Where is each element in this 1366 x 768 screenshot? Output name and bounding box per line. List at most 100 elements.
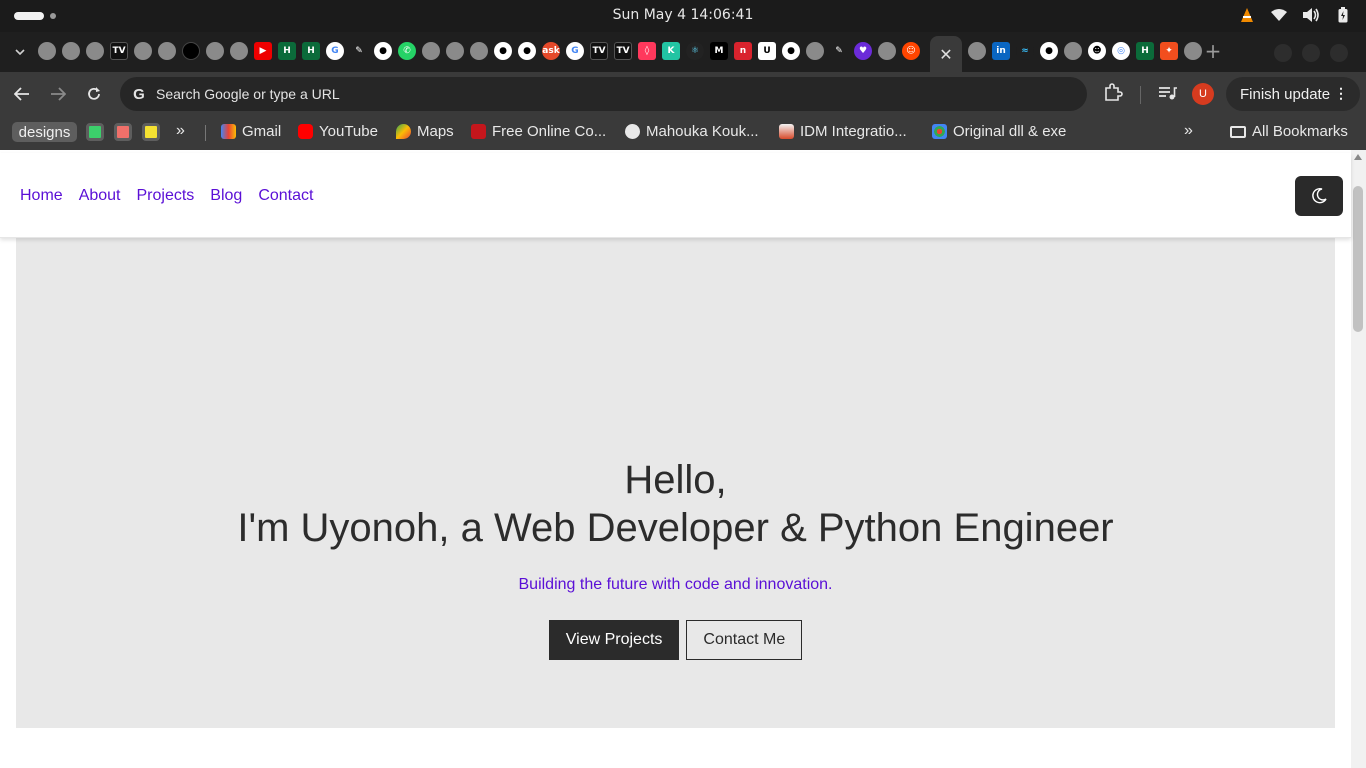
bookmark-folder-designs[interactable]: designs bbox=[12, 122, 77, 142]
tab-openai-icon[interactable] bbox=[806, 42, 824, 60]
bookmark-label: IDM Integratio... bbox=[800, 123, 907, 140]
nav-link-contact[interactable]: Contact bbox=[258, 187, 313, 205]
vlc-tray-icon[interactable] bbox=[1238, 6, 1256, 24]
tab-purple-app-icon[interactable]: ♥ bbox=[854, 42, 872, 60]
contact-me-button[interactable]: Contact Me bbox=[686, 620, 803, 660]
tab-globe-icon[interactable] bbox=[158, 42, 176, 60]
bookmarks-separator bbox=[205, 125, 206, 141]
volume-icon[interactable] bbox=[1302, 6, 1320, 24]
tab-tradingview-icon[interactable]: TV bbox=[110, 42, 128, 60]
tab-ask-icon[interactable]: ask bbox=[542, 42, 560, 60]
profile-avatar[interactable]: U bbox=[1192, 83, 1214, 105]
tab-globe-icon[interactable] bbox=[134, 42, 152, 60]
tab-robot-icon[interactable]: ☻ bbox=[1088, 42, 1106, 60]
system-clock[interactable]: Sun May 4 14:06:41 bbox=[0, 7, 1366, 23]
maximize-window-icon[interactable] bbox=[1302, 44, 1320, 62]
minimize-window-icon[interactable] bbox=[1274, 44, 1292, 62]
scroll-up-arrow-icon[interactable] bbox=[1354, 154, 1362, 160]
tab-openai-icon[interactable] bbox=[878, 42, 896, 60]
tab-globe-icon[interactable] bbox=[230, 42, 248, 60]
close-window-icon[interactable] bbox=[1330, 44, 1348, 62]
tab-github-icon[interactable]: ● bbox=[518, 42, 536, 60]
tab-github-icon[interactable]: ● bbox=[494, 42, 512, 60]
nav-link-about[interactable]: About bbox=[79, 187, 121, 205]
nav-link-projects[interactable]: Projects bbox=[137, 187, 195, 205]
tab-linkedin-icon[interactable]: in bbox=[992, 42, 1010, 60]
tab-search-chevron-icon[interactable] bbox=[10, 42, 30, 62]
bookmark-youtube[interactable]: YouTube bbox=[298, 123, 378, 140]
bookmark-mahouka-kouk[interactable]: Mahouka Kouk... bbox=[625, 123, 759, 140]
finish-update-button[interactable]: Finish update ⋮ bbox=[1226, 77, 1360, 111]
maps-pin-icon bbox=[396, 124, 411, 139]
tab-whatsapp-icon[interactable]: ✆ bbox=[398, 42, 416, 60]
view-projects-button[interactable]: View Projects bbox=[548, 620, 680, 660]
tab-airbnb-icon[interactable]: ◊ bbox=[638, 42, 656, 60]
wifi-icon[interactable] bbox=[1270, 6, 1288, 24]
active-tab-close-icon[interactable]: ✕ bbox=[930, 36, 962, 72]
tab-medium-icon[interactable]: M bbox=[710, 42, 728, 60]
address-bar[interactable]: G Search Google or type a URL bbox=[120, 77, 1087, 111]
tab-hackerrank-icon[interactable]: H bbox=[302, 42, 320, 60]
bookmark-label: Mahouka Kouk... bbox=[646, 123, 759, 140]
system-tray[interactable] bbox=[1238, 6, 1352, 24]
battery-icon[interactable] bbox=[1334, 6, 1352, 24]
tab-hackerrank-icon[interactable]: H bbox=[1136, 42, 1154, 60]
tab-udemy-icon[interactable]: U bbox=[758, 42, 776, 60]
os-top-bar: Sun May 4 14:06:41 bbox=[0, 0, 1366, 32]
reload-icon[interactable] bbox=[82, 82, 106, 106]
back-arrow-icon[interactable] bbox=[10, 82, 34, 106]
scrollbar-thumb[interactable] bbox=[1353, 186, 1363, 332]
bookmark-yellow-tile-icon[interactable] bbox=[142, 123, 160, 141]
tab-youtube-icon[interactable]: ▶ bbox=[254, 42, 272, 60]
nav-link-blog[interactable]: Blog bbox=[210, 187, 242, 205]
tab-globe-icon[interactable] bbox=[1064, 42, 1082, 60]
tab-google-icon[interactable]: G bbox=[326, 42, 344, 60]
extensions-puzzle-icon[interactable] bbox=[1102, 82, 1126, 106]
forward-arrow-icon[interactable] bbox=[46, 82, 70, 106]
tab-react-icon[interactable]: ⚛ bbox=[686, 42, 704, 60]
tab-kaggle-icon[interactable]: K bbox=[662, 42, 680, 60]
bookmarks-more-chevron-icon[interactable]: » bbox=[1184, 122, 1193, 140]
bookmark-original-dll-exe[interactable]: Original dll & exe bbox=[932, 123, 1066, 140]
nav-link-home[interactable]: Home bbox=[20, 187, 63, 205]
bookmarks-overflow-chevron-icon[interactable]: » bbox=[176, 122, 185, 140]
bookmark-all-bookmarks[interactable]: All Bookmarks bbox=[1230, 123, 1348, 140]
tab-tradingview-icon[interactable]: TV bbox=[614, 42, 632, 60]
new-tab-plus-icon[interactable]: + bbox=[1202, 39, 1224, 63]
bookmark-green-tile-icon[interactable] bbox=[86, 123, 104, 141]
tab-notion-icon[interactable]: n bbox=[734, 42, 752, 60]
tab-globe-icon[interactable] bbox=[86, 42, 104, 60]
tab-github-icon[interactable]: ● bbox=[1040, 42, 1058, 60]
media-controls-icon[interactable] bbox=[1156, 82, 1180, 106]
tab-figma-icon[interactable]: ✦ bbox=[1160, 42, 1178, 60]
tab-globe-icon[interactable] bbox=[968, 42, 986, 60]
tab-tailwind-icon[interactable]: ≈ bbox=[1016, 42, 1034, 60]
tab-github-icon[interactable]: ● bbox=[782, 42, 800, 60]
tab-openai-icon[interactable] bbox=[422, 42, 440, 60]
tab-globe-icon[interactable] bbox=[206, 42, 224, 60]
tab-globe-icon[interactable] bbox=[38, 42, 56, 60]
kebab-menu-icon[interactable]: ⋮ bbox=[1334, 85, 1348, 102]
tab-chrome-icon[interactable]: ◎ bbox=[1112, 42, 1130, 60]
window-controls bbox=[1274, 44, 1348, 62]
bookmark-gmail[interactable]: Gmail bbox=[221, 123, 281, 140]
tab-link-icon[interactable]: ✎ bbox=[350, 42, 368, 60]
tab-hackerrank-icon[interactable]: H bbox=[278, 42, 296, 60]
tab-openai-icon[interactable] bbox=[1184, 42, 1202, 60]
bookmark-idm-integratio[interactable]: IDM Integratio... bbox=[779, 123, 907, 140]
page-scrollbar[interactable] bbox=[1351, 150, 1366, 768]
tab-link-icon[interactable]: ✎ bbox=[830, 42, 848, 60]
tab-github-icon[interactable]: ● bbox=[374, 42, 392, 60]
tab-globe-icon[interactable] bbox=[62, 42, 80, 60]
bookmark-maps[interactable]: Maps bbox=[396, 123, 454, 140]
tab-reddit-icon[interactable]: ☺ bbox=[902, 42, 920, 60]
bookmark-free-online-co[interactable]: Free Online Co... bbox=[471, 123, 606, 140]
google-g-icon: G bbox=[133, 85, 145, 103]
tab-tradingview-icon[interactable]: TV bbox=[590, 42, 608, 60]
tab-google-icon[interactable]: G bbox=[566, 42, 584, 60]
tab-globe-icon[interactable] bbox=[470, 42, 488, 60]
tab-globe-icon[interactable] bbox=[446, 42, 464, 60]
dark-mode-toggle-button[interactable] bbox=[1295, 176, 1343, 216]
bookmark-red-tile-icon[interactable] bbox=[114, 123, 132, 141]
tab-dark-app-icon[interactable] bbox=[182, 42, 200, 60]
